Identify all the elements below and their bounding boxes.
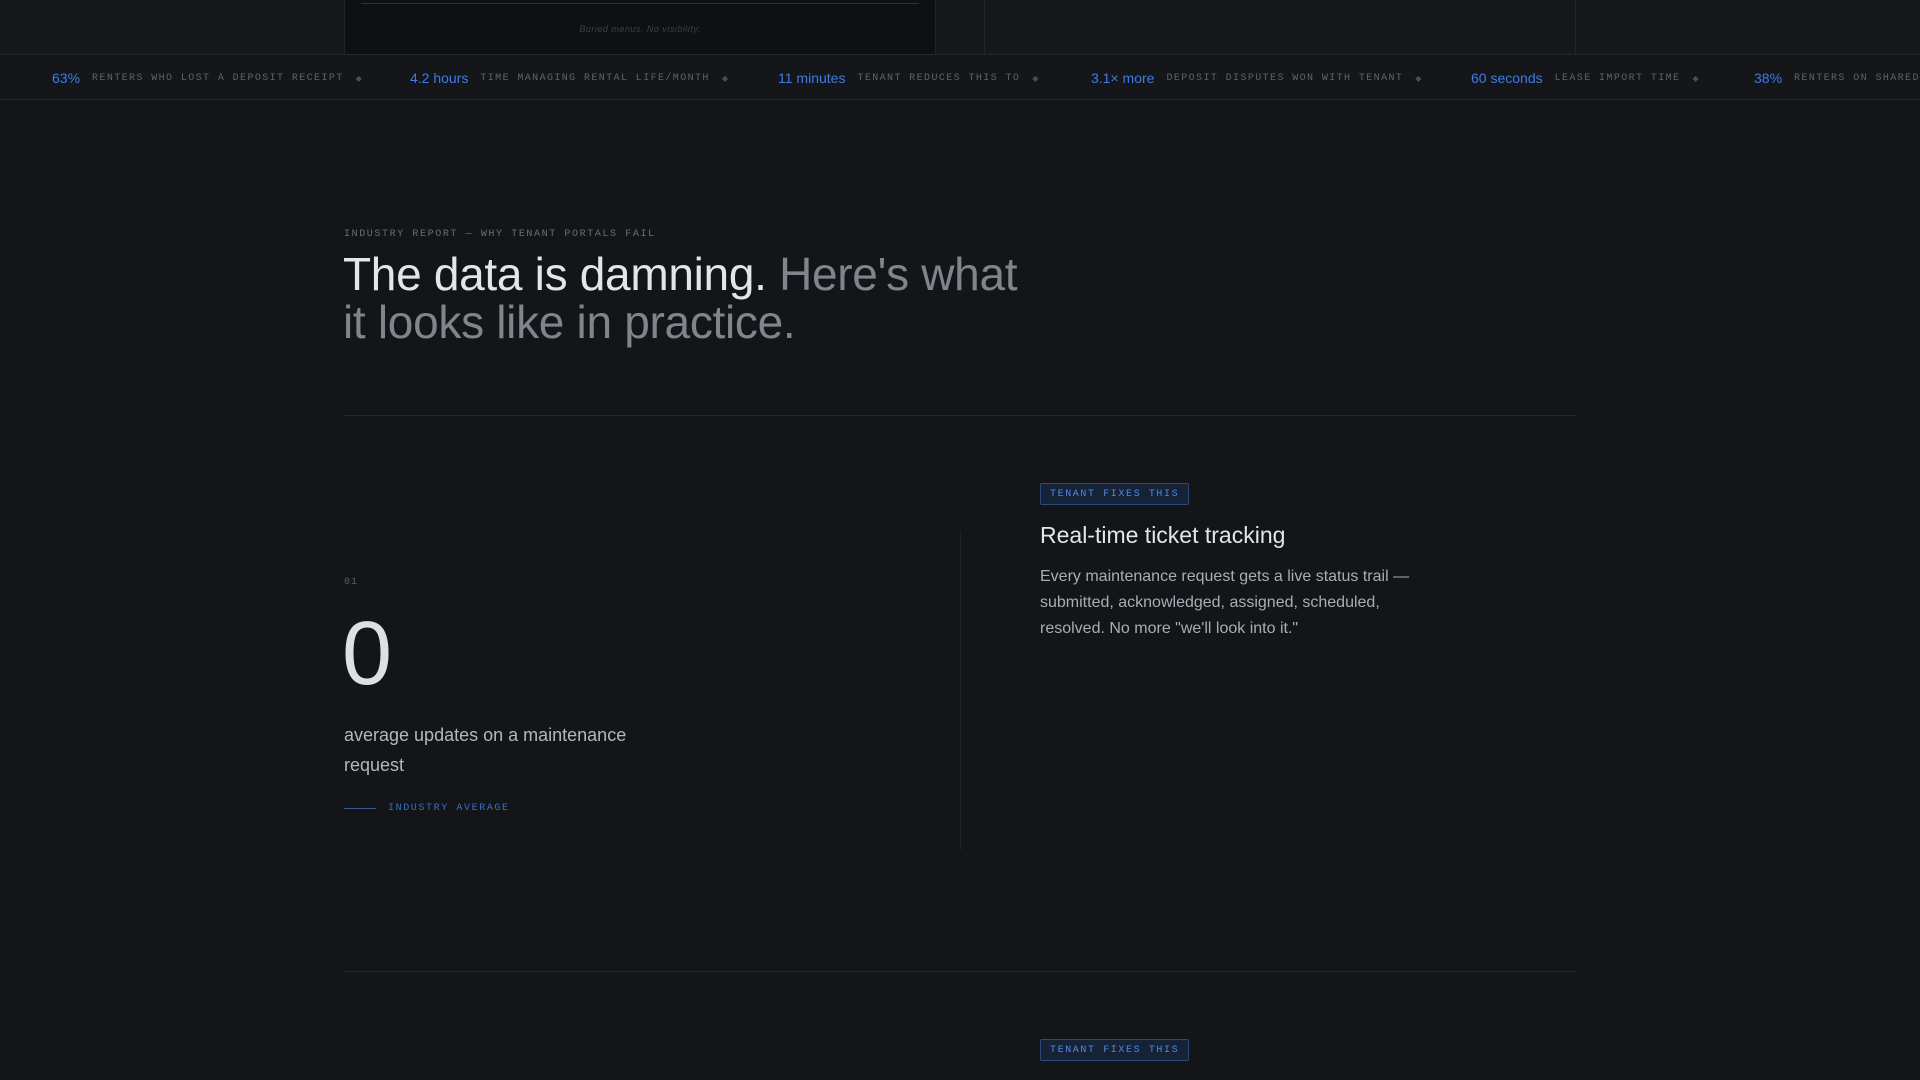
ticker-item: 63% Renters who lost a deposit receipt ◆ [52,55,362,99]
previous-section-divider [1575,0,1576,54]
fix-title: Real-time ticket tracking [1040,522,1286,548]
ticker-label: Deposit disputes won with Tenant [1166,72,1404,84]
source-line [344,808,376,809]
ticker-label: Time managing rental life/month [480,72,710,84]
stat-description: average updates on a maintenance request [344,725,627,775]
ticker-value: 11 minutes [778,70,846,86]
source-label: INDUSTRY AVERAGE [388,803,510,814]
diamond-separator-icon: ◆ [721,73,728,83]
ticker-item: 4.2 hours Time managing rental life/mont… [410,55,728,99]
section-divider [344,415,1576,416]
ticker-value: 3.1× more [1091,70,1155,86]
diamond-separator-icon: ◆ [1032,73,1039,83]
ticker-value: 63% [52,70,81,86]
previous-section-card: Buried menus. No visibility. [344,0,936,54]
diamond-separator-icon: ◆ [1415,73,1422,83]
section-eyebrow: INDUSTRY REPORT — WHY TENANT PORTALS FAI… [344,229,656,240]
previous-card-caption: Buried menus. No visibility. [579,24,701,34]
section-headline: The data is damning. Here's what it look… [343,250,1023,346]
ticker-label: Renters on shared [1794,72,1920,84]
section-divider [344,971,1576,972]
ticker-value: 38% [1754,70,1783,86]
headline-strong: The data is damning. [343,248,767,300]
ticker-item: 3.1× more Deposit disputes won with Tena… [1091,55,1422,99]
ticker-label: Tenant reduces this to [857,72,1021,84]
ticker-label: Renters who lost a deposit receipt [92,72,344,84]
previous-card-rule [361,3,919,4]
ticker-item: 60 seconds Lease import time ◆ [1471,55,1699,99]
diamond-separator-icon: ◆ [355,73,362,83]
fix-description: Every maintenance request gets a live st… [1040,568,1410,637]
ticker-label: Lease import time [1554,72,1681,84]
stat-index: 01 [344,577,359,588]
stats-ticker: 63% Renters who lost a deposit receipt ◆… [0,54,1920,100]
previous-section-strip: Buried menus. No visibility. [0,0,1920,54]
diamond-separator-icon: ◆ [1692,73,1699,83]
stat-number: 0 [342,604,393,704]
previous-section-divider [984,0,985,54]
ticker-value: 60 seconds [1471,70,1543,86]
ticker-value: 4.2 hours [410,70,469,86]
fix-badge: TENANT FIXES THIS [1040,1039,1190,1061]
ticker-item: 11 minutes Tenant reduces this to ◆ [778,55,1039,99]
fix-badge: TENANT FIXES THIS [1040,483,1190,505]
ticker-item: 38% Renters on shared [1754,55,1920,99]
stat-source: INDUSTRY AVERAGE [344,803,510,814]
column-divider [960,530,961,850]
